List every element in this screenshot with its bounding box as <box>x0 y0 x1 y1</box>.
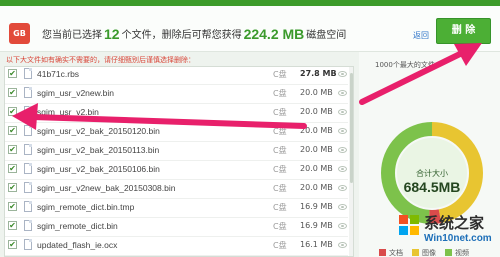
watermark-logo-icon <box>399 215 419 235</box>
header-bar: GB 您当前已选择 12 个文件，删除后可帮您获得 224.2 MB 磁盘空间 返回 删… <box>0 6 500 52</box>
file-size: 27.8 MB <box>300 69 337 78</box>
summary-prefix: 您当前已选择 <box>42 30 102 41</box>
file-name: updated_flash_ie.ocx <box>37 240 118 250</box>
delete-button[interactable]: 删 除 <box>436 18 491 44</box>
file-list: ✔ 41b71c.rbs C盘 27.8 MB ✔ sgim_usr_v2new.bin C… <box>4 66 354 257</box>
file-row[interactable]: ✔ sgim_usr_v2_bak_20150106.bin C盘 20.0 MB <box>5 159 348 180</box>
view-eye-icon[interactable] <box>338 185 347 191</box>
selected-file-count: 12 <box>104 26 120 42</box>
file-checkbox[interactable]: ✔ <box>8 202 17 211</box>
view-eye-icon[interactable] <box>338 90 347 96</box>
view-eye-icon[interactable] <box>338 109 347 115</box>
file-drive: C盘 <box>273 184 287 193</box>
file-size: 16.9 MB <box>300 202 333 211</box>
total-size-value: 684.5MB <box>403 179 461 195</box>
file-drive: C盘 <box>273 165 287 174</box>
total-size-label: 合计大小 <box>416 169 448 178</box>
file-checkbox[interactable]: ✔ <box>8 183 17 192</box>
view-eye-icon[interactable] <box>338 242 347 248</box>
view-eye-icon[interactable] <box>338 166 347 172</box>
file-checkbox[interactable]: ✔ <box>8 69 17 78</box>
file-checkbox[interactable]: ✔ <box>8 126 17 135</box>
file-row[interactable]: ✔ sgim_remote_dict.bin C盘 16.9 MB <box>5 216 348 237</box>
file-row[interactable]: ✔ sgim_remote_dict.bin.tmp C盘 16.9 MB <box>5 197 348 218</box>
selection-summary: 您当前已选择 12 个文件，删除后可帮您获得 224.2 MB 磁盘空间 <box>42 26 346 42</box>
file-drive: C盘 <box>273 89 287 98</box>
file-name: sgim_remote_dict.bin.tmp <box>37 202 135 212</box>
file-drive: C盘 <box>273 241 287 250</box>
file-row[interactable]: ✔ sgim_usr_v2new.bin C盘 20.0 MB <box>5 83 348 104</box>
file-name: sgim_remote_dict.bin <box>37 221 118 231</box>
file-size: 20.0 MB <box>300 107 333 116</box>
file-row[interactable]: ✔ sgim_usr_v2new_bak_20150308.bin C盘 20.0 M… <box>5 178 348 199</box>
file-name: sgim_usr_v2_bak_20150106.bin <box>37 164 160 174</box>
file-name: sgim_usr_v2new_bak_20150308.bin <box>37 183 176 193</box>
file-icon <box>24 144 32 155</box>
panel-title: 1000个最大的文件 <box>375 61 435 69</box>
file-name: sgim_usr_v2new.bin <box>37 88 115 98</box>
reclaimable-space: 224.2 MB <box>243 26 305 42</box>
file-drive: C盘 <box>273 146 287 155</box>
file-icon <box>24 163 32 174</box>
file-drive: C盘 <box>273 203 287 212</box>
file-name: sgim_usr_v2_bak_20150120.bin <box>37 126 160 136</box>
file-icon <box>24 125 32 136</box>
file-size: 20.0 MB <box>300 183 333 192</box>
summary-mid: 个文件，删除后可帮您获得 <box>121 30 242 41</box>
file-checkbox[interactable]: ✔ <box>8 164 17 173</box>
file-name: sgim_usr_v2_bak_20150113.bin <box>37 145 160 155</box>
file-size: 20.0 MB <box>300 88 333 97</box>
file-drive: C盘 <box>273 222 287 231</box>
site-watermark: 系统之家 Win10net.com <box>398 200 500 257</box>
file-checkbox[interactable]: ✔ <box>8 107 17 116</box>
file-size: 16.9 MB <box>300 221 333 230</box>
file-name: 41b71c.rbs <box>37 69 80 79</box>
return-link[interactable]: 返回 <box>413 30 429 41</box>
file-drive: C盘 <box>273 108 287 117</box>
file-row[interactable]: ✔ sgim_usr_v2_bak_20150120.bin C盘 20.0 MB <box>5 121 348 142</box>
view-eye-icon[interactable] <box>338 147 347 153</box>
file-row[interactable]: ✔ sgim_usr_v2.bin C盘 20.0 MB <box>5 102 348 123</box>
list-scrollbar[interactable] <box>349 67 353 256</box>
file-icon <box>24 106 32 117</box>
file-icon <box>24 68 32 79</box>
watermark-title: 系统之家 <box>424 214 485 232</box>
file-row[interactable]: ✔ updated_flash_ie.ocx C盘 16.1 MB <box>5 235 348 256</box>
file-drive: C盘 <box>273 127 287 136</box>
file-checkbox[interactable]: ✔ <box>8 221 17 230</box>
file-name: sgim_usr_v2.bin <box>37 107 99 117</box>
scroll-thumb[interactable] <box>350 73 353 183</box>
file-icon <box>24 220 32 231</box>
view-eye-icon[interactable] <box>338 204 347 210</box>
file-size: 20.0 MB <box>300 145 333 154</box>
legend-swatch <box>379 249 386 256</box>
file-size: 20.0 MB <box>300 164 333 173</box>
watermark-url: Win10net.com <box>424 233 492 244</box>
file-size: 20.0 MB <box>300 126 333 135</box>
file-checkbox[interactable]: ✔ <box>8 145 17 154</box>
selection-hint: 以下大文件如有确实不需要的，请仔细甄别后谨慎选择删除： <box>6 56 195 64</box>
file-checkbox[interactable]: ✔ <box>8 88 17 97</box>
summary-suffix: 磁盘空间 <box>306 30 347 41</box>
file-icon <box>24 182 32 193</box>
view-eye-icon[interactable] <box>338 71 347 77</box>
file-drive: C盘 <box>273 70 287 79</box>
view-eye-icon[interactable] <box>338 223 347 229</box>
file-icon <box>24 201 32 212</box>
file-checkbox[interactable]: ✔ <box>8 240 17 249</box>
file-icon <box>24 239 32 250</box>
file-icon <box>24 87 32 98</box>
view-eye-icon[interactable] <box>338 128 347 134</box>
file-row[interactable]: ✔ sgim_usr_v2_bak_20150113.bin C盘 20.0 MB <box>5 140 348 161</box>
file-size: 16.1 MB <box>300 240 333 249</box>
disk-size-icon: GB <box>9 23 30 44</box>
